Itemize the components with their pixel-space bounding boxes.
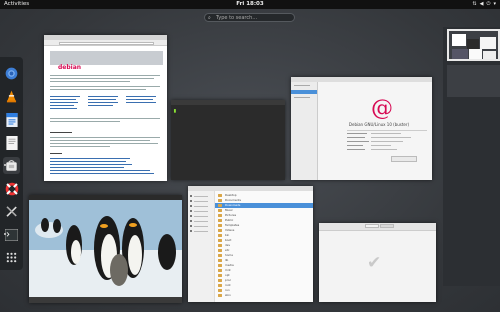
- folder-icon: [218, 199, 222, 202]
- workspace-1[interactable]: [447, 29, 500, 61]
- dash: [0, 57, 23, 270]
- debian-banner: [50, 51, 163, 65]
- folder-icon: [218, 234, 222, 237]
- chevron-down-icon: ▾: [493, 1, 496, 7]
- os-name: Debian GNU/Linux 10 (buster): [348, 122, 410, 127]
- debian-logo: debian: [58, 64, 82, 71]
- running-indicator: [4, 164, 6, 166]
- search-icon: ⌕: [208, 15, 211, 21]
- folder-icon: [218, 224, 222, 227]
- video-frame[interactable]: [29, 200, 182, 297]
- folder-icon: [218, 254, 222, 257]
- folder-icon: [218, 239, 222, 242]
- folder-icon: [218, 244, 222, 247]
- settings-window[interactable]: @ Debian GNU/Linux 10 (buster): [291, 77, 432, 180]
- folder-icon: [218, 284, 222, 287]
- folder-icon: [218, 259, 222, 262]
- folder-icon: [218, 204, 222, 207]
- folder-icon: [218, 194, 222, 197]
- folder-icon: [218, 294, 222, 297]
- browser-window[interactable]: debian: [44, 35, 167, 181]
- terminal-titlebar[interactable]: [171, 100, 285, 105]
- search-placeholder: Type to search…: [216, 15, 258, 21]
- tab-1[interactable]: [365, 224, 379, 228]
- video-controls[interactable]: [29, 297, 182, 303]
- folder-icon: [218, 269, 222, 272]
- updates-header: [319, 223, 436, 231]
- tab-2[interactable]: [380, 224, 394, 228]
- file-row[interactable]: sbin: [215, 293, 313, 298]
- folder-icon: [218, 214, 222, 217]
- files-sidebar[interactable]: [188, 191, 215, 302]
- folder-icon: [218, 289, 222, 292]
- running-indicator: [4, 233, 6, 235]
- software-icon[interactable]: [3, 157, 20, 174]
- writer-icon[interactable]: [3, 111, 20, 128]
- vlc-icon[interactable]: [3, 88, 20, 105]
- browser-page[interactable]: debian: [44, 46, 167, 181]
- clock[interactable]: Fri 18:03: [0, 0, 500, 9]
- folder-icon: [218, 249, 222, 252]
- top-bar: Activities Fri 18:03 ⇅ ◀ ⏻ ▾: [0, 0, 500, 9]
- power-icon: ⏻: [486, 1, 491, 7]
- folder-icon: [218, 229, 222, 232]
- folder-icon: [218, 274, 222, 277]
- check-updates-button[interactable]: [391, 156, 417, 162]
- workspace-switcher: [443, 27, 500, 286]
- search-input[interactable]: ⌕ Type to search…: [204, 13, 295, 22]
- settings-tools-icon[interactable]: [3, 203, 20, 220]
- folder-icon: [218, 279, 222, 282]
- folder-icon: [218, 264, 222, 267]
- sidebar-item-about[interactable]: [291, 90, 317, 94]
- software-updates-window[interactable]: ✔: [319, 223, 436, 302]
- help-icon[interactable]: [3, 180, 20, 197]
- terminal-prompt[interactable]: █: [174, 109, 176, 113]
- system-menu[interactable]: ⇅ ◀ ⏻ ▾: [472, 0, 496, 9]
- settings-sidebar[interactable]: [291, 82, 318, 180]
- folder-icon: [218, 219, 222, 222]
- file-name: sbin: [225, 293, 231, 297]
- terminal-window[interactable]: █: [171, 100, 285, 180]
- video-player-window[interactable]: [29, 195, 182, 303]
- network-icon: ⇅: [472, 1, 477, 7]
- folder-icon: [218, 209, 222, 212]
- debian-swirl-logo: @: [371, 96, 393, 121]
- show-applications-icon[interactable]: [3, 249, 20, 266]
- terminal-icon[interactable]: [3, 226, 20, 243]
- text-editor-icon[interactable]: [3, 134, 20, 151]
- checkmark-icon: ✔: [367, 253, 382, 273]
- workspace-2[interactable]: [447, 65, 500, 97]
- volume-icon: ◀: [479, 1, 484, 7]
- url-bar[interactable]: [59, 42, 154, 45]
- file-manager-window[interactable]: Desktop Documents Downloads Music Pictures Pu…: [188, 186, 313, 302]
- chromium-icon[interactable]: [3, 65, 20, 82]
